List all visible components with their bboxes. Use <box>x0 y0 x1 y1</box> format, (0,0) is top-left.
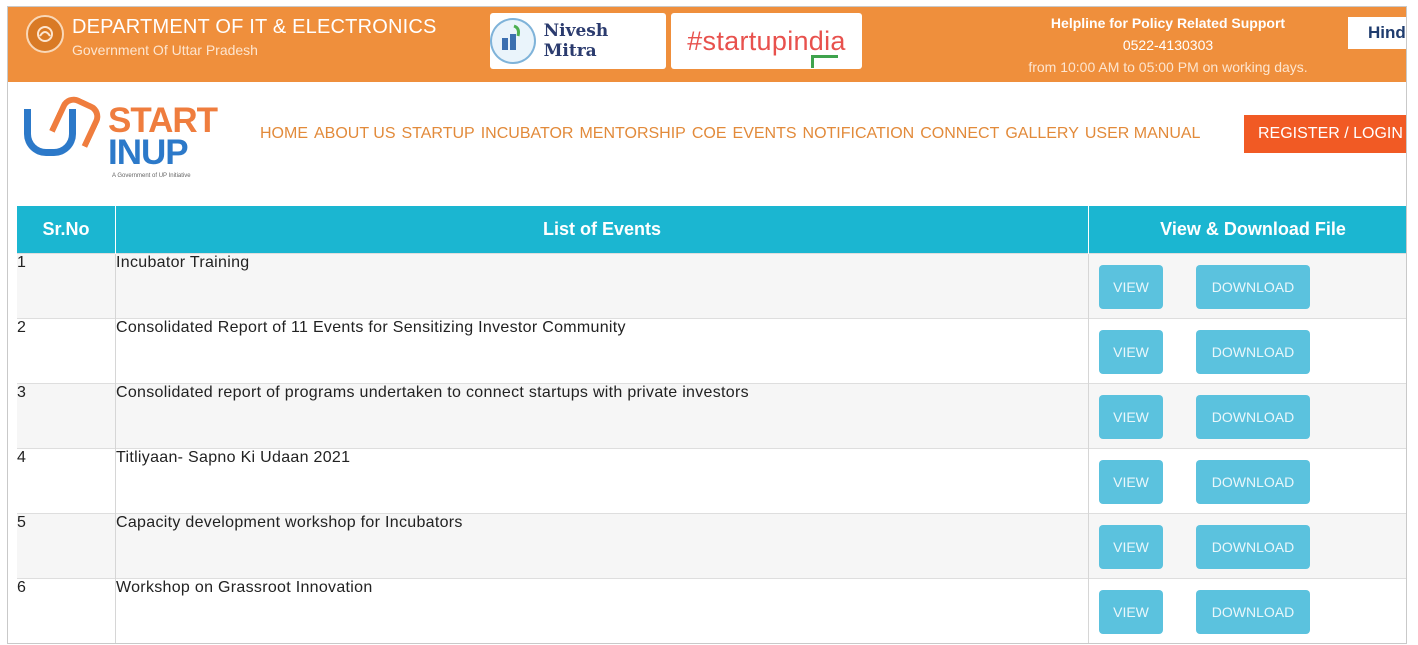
row-sr-no: 1 <box>17 253 116 319</box>
row-event-name: Capacity development workshop for Incuba… <box>115 513 1089 579</box>
download-button[interactable]: DOWNLOAD <box>1196 330 1310 374</box>
nav-startup[interactable]: STARTUP <box>402 125 475 143</box>
nav-home[interactable]: HOME <box>260 125 308 143</box>
download-button[interactable]: DOWNLOAD <box>1196 265 1310 309</box>
row-actions: VIEW DOWNLOAD <box>1088 318 1406 384</box>
row-event-name: Workshop on Grassroot Innovation <box>115 578 1089 643</box>
language-toggle-button[interactable]: Hind <box>1348 17 1406 49</box>
download-button[interactable]: DOWNLOAD <box>1196 525 1310 569</box>
logo-inup-text: INUP <box>108 133 189 172</box>
nav-notification[interactable]: NOTIFICATION <box>803 125 915 143</box>
browser-page: DEPARTMENT OF IT & ELECTRONICS Governmen… <box>7 6 1407 644</box>
government-subtitle: Government Of Uttar Pradesh <box>72 42 258 58</box>
up-emblem-icon <box>26 15 64 53</box>
row-sr-no: 3 <box>17 383 116 449</box>
table-row: 5 Capacity development workshop for Incu… <box>17 513 1406 579</box>
row-sr-no: 4 <box>17 448 116 514</box>
main-nav: HOME ABOUT US STARTUP INCUBATOR MENTORSH… <box>260 125 1200 143</box>
table-row: 4 Titliyaan- Sapno Ki Udaan 2021 VIEW DO… <box>17 448 1406 514</box>
row-sr-no: 5 <box>17 513 116 579</box>
table-header-row: Sr.No List of Events View & Download Fil… <box>17 206 1406 254</box>
nav-connect[interactable]: CONNECT <box>920 125 999 143</box>
nav-about-us[interactable]: ABOUT US <box>314 125 396 143</box>
row-event-name: Incubator Training <box>115 253 1089 319</box>
startupindia-arrow-icon <box>811 55 838 68</box>
startupindia-link[interactable]: #startupindia <box>671 13 862 69</box>
view-button[interactable]: VIEW <box>1099 590 1163 634</box>
nivesh-mitra-logo-icon <box>490 18 536 64</box>
view-button[interactable]: VIEW <box>1099 395 1163 439</box>
events-table: Sr.No List of Events View & Download Fil… <box>17 206 1406 643</box>
view-button[interactable]: VIEW <box>1099 265 1163 309</box>
row-sr-no: 2 <box>17 318 116 384</box>
header-sr-no: Sr.No <box>17 206 116 254</box>
nav-mentorship[interactable]: MENTORSHIP <box>579 125 685 143</box>
row-actions: VIEW DOWNLOAD <box>1088 383 1406 449</box>
header-view-download: View & Download File <box>1088 206 1406 254</box>
row-event-name: Consolidated report of programs undertak… <box>115 383 1089 449</box>
header-list-of-events: List of Events <box>115 206 1089 254</box>
startupindia-label: #startupindia <box>687 25 846 56</box>
helpline-phone: 0522-4130303 <box>1122 37 1214 53</box>
row-event-name: Consolidated Report of 11 Events for Sen… <box>115 318 1089 384</box>
nav-user-manual[interactable]: USER MANUAL <box>1085 125 1201 143</box>
helpline-title: Helpline for Policy Related Support <box>1050 15 1286 31</box>
row-actions: VIEW DOWNLOAD <box>1088 578 1406 643</box>
table-row: 6 Workshop on Grassroot Innovation VIEW … <box>17 578 1406 643</box>
nav-coe[interactable]: COE <box>692 125 727 143</box>
register-login-button[interactable]: REGISTER / LOGIN <box>1244 115 1406 153</box>
nav-gallery[interactable]: GALLERY <box>1005 125 1079 143</box>
nav-events[interactable]: EVENTS <box>733 125 797 143</box>
download-button[interactable]: DOWNLOAD <box>1196 590 1310 634</box>
download-button[interactable]: DOWNLOAD <box>1196 460 1310 504</box>
row-actions: VIEW DOWNLOAD <box>1088 513 1406 579</box>
view-button[interactable]: VIEW <box>1099 525 1163 569</box>
row-event-name: Titliyaan- Sapno Ki Udaan 2021 <box>115 448 1089 514</box>
nav-incubator[interactable]: INCUBATOR <box>481 125 574 143</box>
nivesh-mitra-link[interactable]: Nivesh Mitra <box>490 13 666 69</box>
top-bar: DEPARTMENT OF IT & ELECTRONICS Governmen… <box>8 7 1406 82</box>
view-button[interactable]: VIEW <box>1099 330 1163 374</box>
logo-tagline: A Government of UP Initiative <box>112 173 191 179</box>
helpline-info: Helpline for Policy Related Support 0522… <box>998 15 1338 75</box>
startinup-logo[interactable]: START INUP A Government of UP Initiative <box>20 91 220 183</box>
table-row: 2 Consolidated Report of 11 Events for S… <box>17 318 1406 384</box>
department-title: DEPARTMENT OF IT & ELECTRONICS <box>72 16 437 38</box>
download-button[interactable]: DOWNLOAD <box>1196 395 1310 439</box>
helpline-hours: from 10:00 AM to 05:00 PM on working day… <box>1028 59 1308 75</box>
row-sr-no: 6 <box>17 578 116 643</box>
table-row: 1 Incubator Training VIEW DOWNLOAD <box>17 253 1406 319</box>
row-actions: VIEW DOWNLOAD <box>1088 448 1406 514</box>
row-actions: VIEW DOWNLOAD <box>1088 253 1406 319</box>
table-row: 3 Consolidated report of programs undert… <box>17 383 1406 449</box>
nivesh-mitra-label: Nivesh Mitra <box>543 21 609 61</box>
view-button[interactable]: VIEW <box>1099 460 1163 504</box>
